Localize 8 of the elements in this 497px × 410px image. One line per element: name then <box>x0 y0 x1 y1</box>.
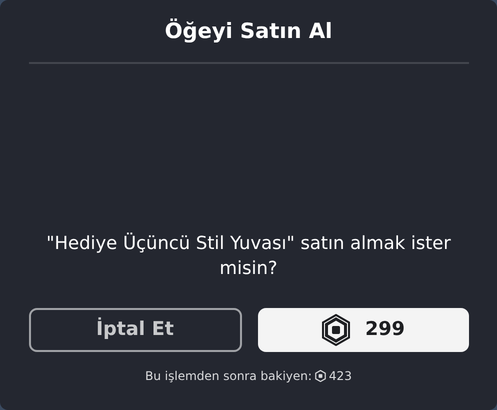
confirmation-message: "Hediye Üçüncü Stil Yuvası" satın almak ister misin? <box>45 232 452 280</box>
dialog-title: Öğeyi Satın Al <box>164 18 332 45</box>
balance-amount: 423 <box>328 368 352 384</box>
currency-icon <box>314 370 326 382</box>
balance-label: Bu işlemden sonra bakiyen: <box>145 368 312 384</box>
buy-button[interactable]: 299 <box>258 308 468 352</box>
currency-icon <box>321 314 352 346</box>
cancel-button[interactable]: İptal Et <box>28 308 242 352</box>
